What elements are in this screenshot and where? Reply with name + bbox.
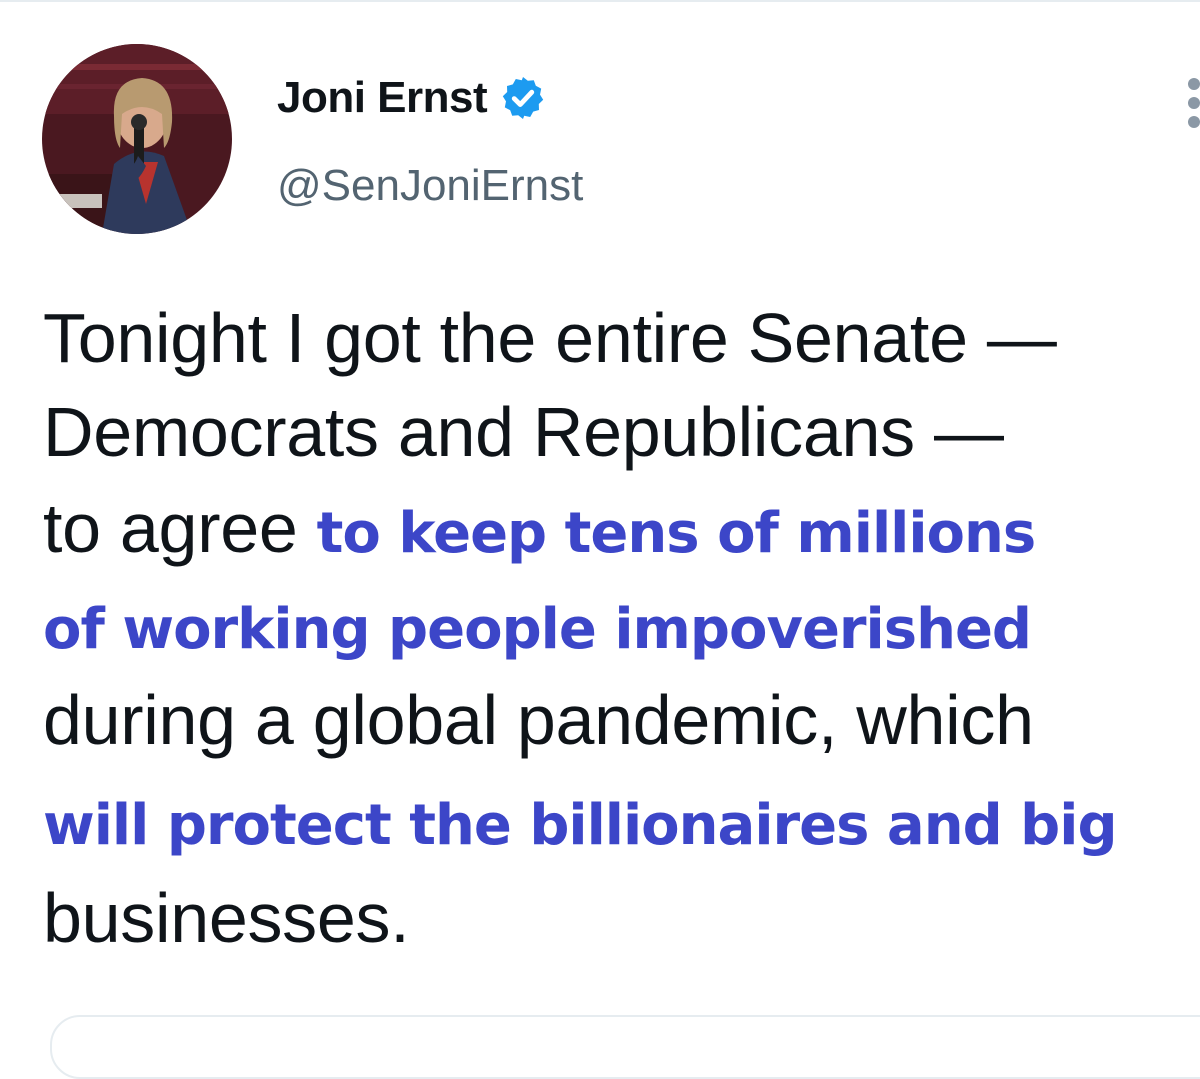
- avatar[interactable]: [42, 44, 232, 234]
- user-handle[interactable]: @SenJoniErnst: [277, 158, 583, 214]
- highlighted-text: will protect the billionaires and big: [43, 793, 1118, 858]
- bottom-card-edge: [50, 1015, 1200, 1079]
- more-options-icon[interactable]: [1182, 78, 1200, 128]
- tweet-text-segment: businesses.: [43, 879, 410, 957]
- top-divider: [0, 0, 1200, 2]
- tweet-text-segment: to agree: [43, 489, 317, 567]
- author-name-row: Joni Ernst: [277, 70, 547, 126]
- tweet-text-segment: during a global pandemic, which: [43, 681, 1034, 759]
- tweet-text-segment: Tonight I got the entire Senate —: [43, 299, 1057, 377]
- highlighted-text: to keep tens of millions: [316, 501, 1037, 566]
- display-name[interactable]: Joni Ernst: [277, 70, 488, 126]
- verified-badge-icon: [502, 77, 544, 119]
- tweet-line: during a global pandemic, which: [43, 672, 1034, 788]
- highlighted-text: of working people impoverished: [43, 597, 1032, 662]
- avatar-photo: [42, 44, 232, 234]
- tweet-text-segment: Democrats and Republicans —: [43, 393, 1004, 471]
- tweet-line: to agree to keep tens of millions: [43, 480, 1037, 596]
- tweet-line: businesses.: [43, 870, 410, 986]
